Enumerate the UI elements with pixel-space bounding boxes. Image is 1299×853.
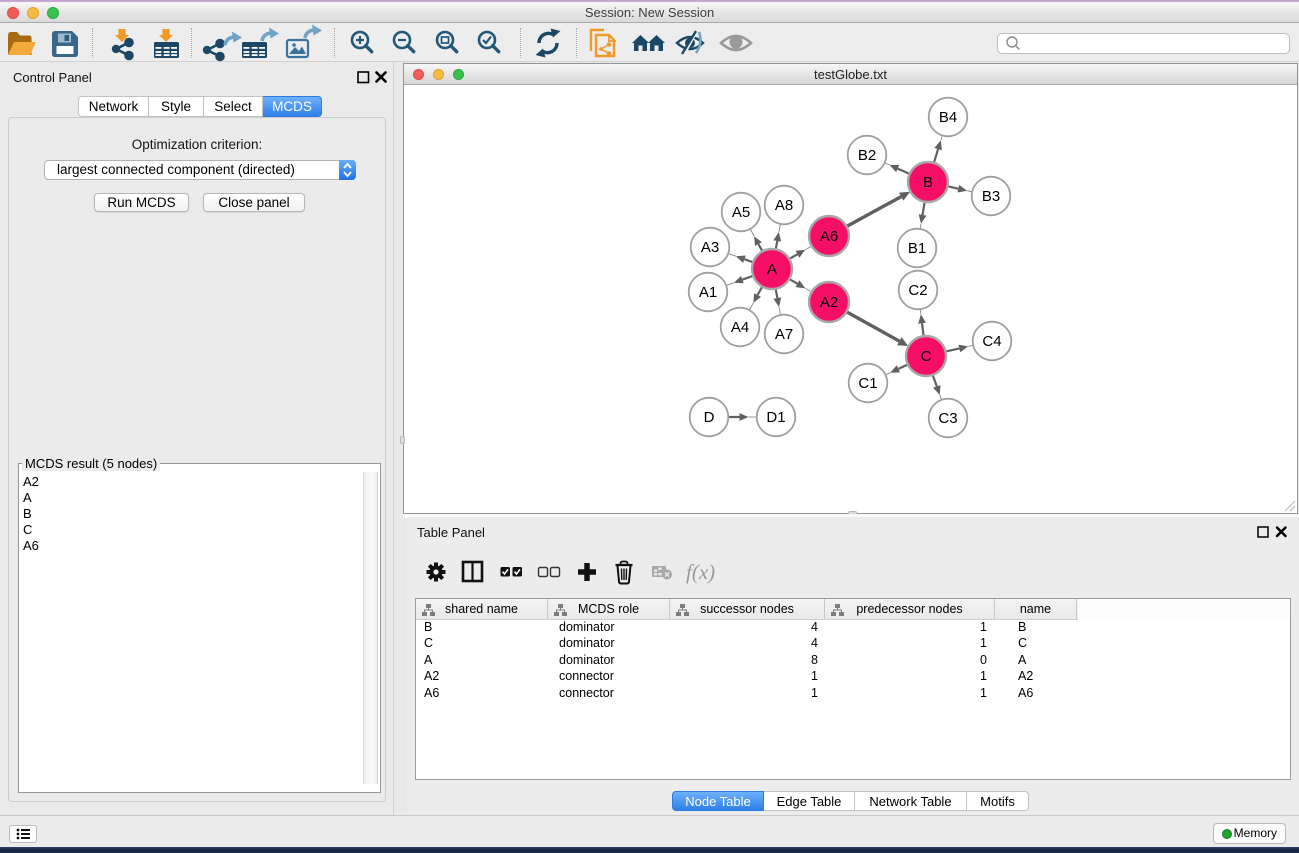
svg-text:B2: B2 xyxy=(858,147,876,164)
svg-text:f(x): f(x) xyxy=(686,560,715,584)
svg-text:B1: B1 xyxy=(908,240,926,257)
svg-text:A4: A4 xyxy=(731,319,749,336)
svg-text:A1: A1 xyxy=(699,284,717,301)
svg-text:B4: B4 xyxy=(939,109,957,126)
svg-text:D: D xyxy=(704,409,715,426)
svg-text:C4: C4 xyxy=(982,333,1001,350)
svg-text:C2: C2 xyxy=(908,282,927,299)
svg-text:A6: A6 xyxy=(820,228,838,245)
svg-text:A8: A8 xyxy=(775,197,793,214)
svg-text:A: A xyxy=(767,261,777,278)
svg-text:A5: A5 xyxy=(732,204,750,221)
svg-text:A7: A7 xyxy=(775,326,793,343)
svg-text:A3: A3 xyxy=(701,239,719,256)
svg-text:C1: C1 xyxy=(858,375,877,392)
svg-text:A2: A2 xyxy=(820,294,838,311)
svg-text:C3: C3 xyxy=(938,410,957,427)
svg-text:B3: B3 xyxy=(982,188,1000,205)
svg-text:C: C xyxy=(921,348,932,365)
svg-text:B: B xyxy=(923,174,933,191)
svg-text:D1: D1 xyxy=(766,409,785,426)
